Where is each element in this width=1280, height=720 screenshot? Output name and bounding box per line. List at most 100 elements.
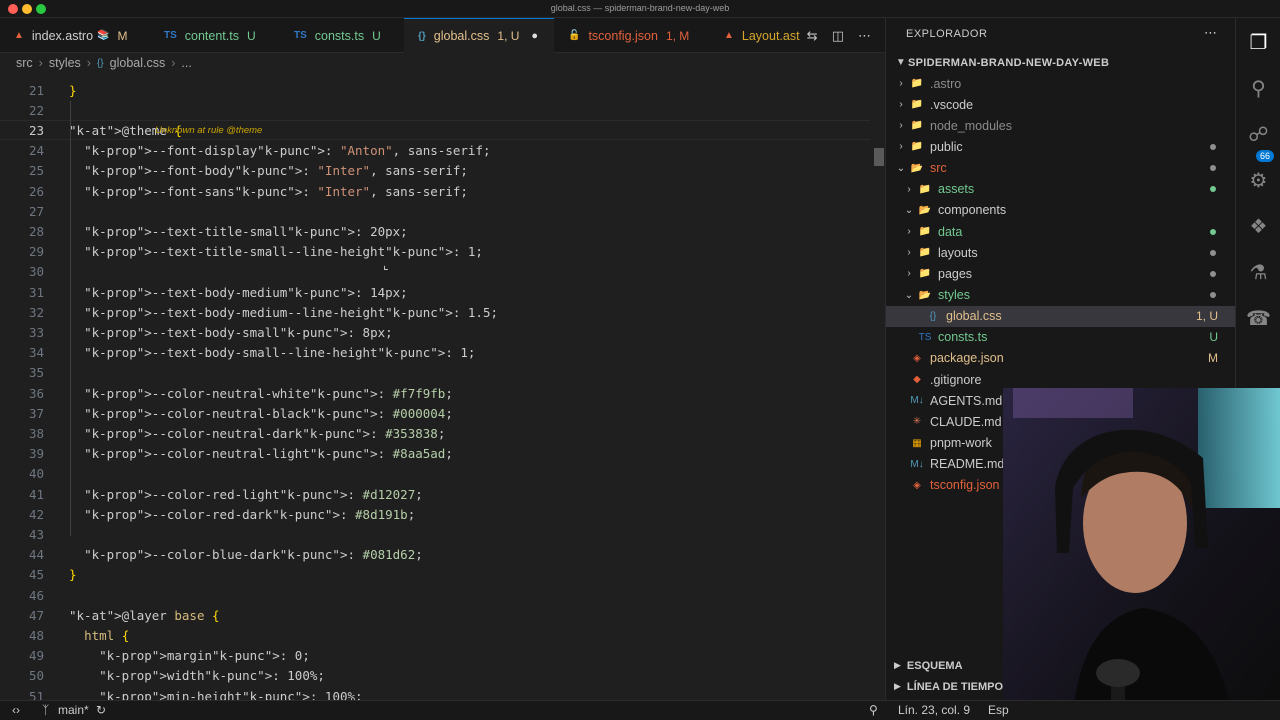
- explorer-item-label: pages: [938, 266, 973, 281]
- section-label: LÍNEA DE TIEMPO: [906, 680, 1004, 693]
- inline-diagnostic: Unknown at rule @theme: [155, 124, 263, 136]
- line-number: 49: [28, 648, 44, 664]
- sync-icon[interactable]: ↻: [96, 703, 106, 717]
- extensions-icon[interactable]: ❖: [1236, 208, 1280, 244]
- chevron-right-icon: ›: [907, 183, 911, 195]
- code-line[interactable]: 40: [0, 464, 870, 484]
- overview-ruler-mark: [874, 148, 884, 166]
- code-line[interactable]: 27: [0, 201, 870, 221]
- breadcrumb-symbol[interactable]: ...: [181, 56, 191, 70]
- code-line[interactable]: 37 "k-prop">--color-neutral-black"k-punc…: [0, 403, 870, 423]
- code-editor[interactable]: 21} 22 23 "k-at">@theme {Unknown at rule @t…: [0, 76, 885, 700]
- code-line[interactable]: 39 "k-prop">--color-neutral-light"k-punc…: [0, 444, 870, 464]
- remote-icon[interactable]: ☎: [1236, 300, 1280, 336]
- code-line[interactable]: 24 "k-prop">--font-display"k-punc">: "An…: [0, 141, 870, 161]
- more-actions-icon[interactable]: ⋯: [858, 28, 871, 44]
- typescript-icon: TS: [164, 30, 177, 41]
- tab-layout-astro[interactable]: ▲ Layout.ast: [716, 18, 800, 53]
- breadcrumb-styles[interactable]: styles: [49, 56, 81, 70]
- code-line[interactable]: 41 "k-prop">--color-red-light"k-punc">: …: [0, 484, 870, 504]
- code-line[interactable]: 29 "k-prop">--text-title-small--line-hei…: [0, 242, 870, 262]
- explorer-item[interactable]: ⌄ 📂 src: [886, 158, 1236, 179]
- explorer-item[interactable]: ⌄ 📂 components: [886, 200, 1236, 221]
- code-line[interactable]: 47 "k-at">@layer base {: [0, 605, 870, 625]
- workspace-root[interactable]: ▼ SPIDERMAN-BRAND-NEW-DAY-WEB: [886, 52, 1236, 73]
- status-dot: [1210, 143, 1216, 150]
- cursor-position[interactable]: Lín. 23, col. 9: [898, 703, 970, 717]
- code-line[interactable]: 49 "k-prop">margin"k-punc">: 0;: [0, 646, 870, 666]
- code-line[interactable]: 32 "k-prop">--text-body-medium--line-hei…: [0, 302, 870, 322]
- code-line[interactable]: 22: [0, 100, 870, 120]
- text-cursor-icon: ⌞: [383, 258, 389, 272]
- explorer-item[interactable]: {} global.css 1, U: [886, 305, 1236, 327]
- code-line[interactable]: 28 "k-prop">--text-title-small"k-punc">:…: [0, 221, 870, 241]
- explorer-icon[interactable]: ❐: [1236, 24, 1280, 60]
- chevron-down-icon: ▼: [895, 57, 907, 68]
- title-bar: global.css — spiderman-brand-new-day-web: [0, 0, 1280, 18]
- explorer-item[interactable]: › 📁 assets: [886, 179, 1236, 200]
- code-text: "k-prop">--color-red-dark"k-punc">: #8d1…: [84, 506, 416, 522]
- explorer-item[interactable]: › 📁 .astro: [886, 73, 1236, 94]
- tab-tsconfig-json[interactable]: 🔓 tsconfig.json 1, M: [554, 18, 704, 53]
- explorer-item[interactable]: ⌄ 📂 styles: [886, 285, 1236, 306]
- code-line[interactable]: 44 "k-prop">--color-blue-dark"k-punc">: …: [0, 545, 870, 565]
- breadcrumb-file[interactable]: global.css: [110, 56, 166, 70]
- code-line[interactable]: 25 "k-prop">--font-body"k-punc">: "Inter…: [0, 161, 870, 181]
- json-icon: 🔓: [568, 30, 581, 41]
- tab-index-astro[interactable]: ▲ index.astro 📚 M: [0, 18, 148, 53]
- testing-icon[interactable]: ⚗: [1236, 254, 1280, 290]
- source-control-icon[interactable]: ☍: [1236, 116, 1280, 152]
- search-icon[interactable]: ⚲: [1236, 70, 1280, 106]
- code-line[interactable]: 42 "k-prop">--color-red-dark"k-punc">: #…: [0, 504, 870, 524]
- code-line[interactable]: 48 html {: [0, 625, 870, 645]
- code-line[interactable]: 23 "k-at">@theme {Unknown at rule @theme: [0, 120, 870, 141]
- code-line[interactable]: 45}: [0, 565, 870, 585]
- code-line[interactable]: 36 "k-prop">--color-neutral-white"k-punc…: [0, 383, 870, 403]
- section-label: ESQUEMA: [906, 659, 963, 672]
- code-line[interactable]: 51 "k-prop">min-height"k-punc">: 100%;: [0, 686, 870, 701]
- code-line[interactable]: 38 "k-prop">--color-neutral-dark"k-punc"…: [0, 423, 870, 443]
- code-text: html {: [84, 627, 130, 643]
- explorer-item[interactable]: ◆ .gitignore: [886, 369, 1236, 390]
- code-text: "k-prop">margin"k-punc">: 0;: [99, 648, 310, 664]
- tab-content-ts[interactable]: TS content.ts U: [148, 18, 278, 53]
- chevron-right-icon: ›: [899, 120, 903, 132]
- zoom-icon[interactable]: ⚲: [869, 703, 878, 717]
- code-line[interactable]: 34 "k-prop">--text-body-small--line-heig…: [0, 343, 870, 363]
- split-editor-icon[interactable]: ◫: [832, 28, 844, 44]
- explorer-item[interactable]: › 📁 data: [886, 221, 1236, 242]
- unsaved-dot-icon[interactable]: ●: [531, 30, 538, 42]
- more-actions-icon[interactable]: ⋯: [1204, 25, 1217, 41]
- branch-name[interactable]: main*: [58, 703, 89, 717]
- code-line[interactable]: 50 "k-prop">width"k-punc">: 100%;: [0, 666, 870, 686]
- code-line[interactable]: 43: [0, 524, 870, 544]
- explorer-item[interactable]: › 📁 pages: [886, 263, 1236, 284]
- tab-consts-ts[interactable]: TS consts.ts U: [278, 18, 404, 53]
- remote-indicator-icon[interactable]: ‹›: [12, 703, 20, 717]
- folder-icon: 📁: [910, 120, 924, 132]
- explorer-item[interactable]: › 📁 .vscode: [886, 94, 1236, 115]
- code-line[interactable]: 46: [0, 585, 870, 605]
- breadcrumb-src[interactable]: src: [16, 56, 33, 70]
- explorer-item[interactable]: › 📁 public: [886, 136, 1236, 157]
- compare-icon[interactable]: ⇆: [807, 28, 818, 44]
- indentation[interactable]: Esp: [988, 703, 1009, 717]
- explorer-item[interactable]: › 📁 layouts: [886, 242, 1236, 263]
- code-line[interactable]: 26 "k-prop">--font-sans"k-punc">: "Inter…: [0, 181, 870, 201]
- code-line[interactable]: 33 "k-prop">--text-body-small"k-punc">: …: [0, 322, 870, 342]
- code-line[interactable]: 31 "k-prop">--text-body-medium"k-punc">:…: [0, 282, 870, 302]
- explorer-item[interactable]: › 📁 node_modules: [886, 115, 1236, 136]
- explorer-item[interactable]: ◈ package.json M: [886, 348, 1236, 369]
- tab-label: global.css: [433, 29, 490, 43]
- line-number: 43: [28, 526, 44, 542]
- source-control-badge: 66: [1256, 150, 1275, 162]
- code-line[interactable]: 35: [0, 363, 870, 383]
- code-line[interactable]: 21}: [0, 80, 870, 100]
- tab-global-css[interactable]: {} global.css 1, U ●: [404, 18, 554, 53]
- editor-actions: ⇆ ◫ ⋯: [807, 18, 871, 53]
- debug-icon[interactable]: ⚙: [1236, 162, 1280, 198]
- chevron-down-icon: ⌄: [896, 162, 906, 174]
- code-line[interactable]: 30: [0, 262, 870, 282]
- explorer-item[interactable]: TS consts.ts U: [886, 327, 1236, 348]
- line-number: 29: [28, 244, 44, 260]
